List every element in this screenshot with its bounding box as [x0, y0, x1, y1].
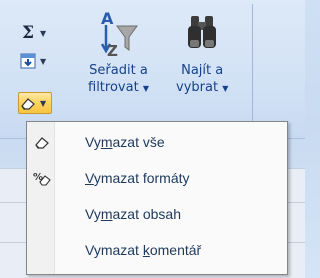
eraser-icon [19, 94, 37, 112]
chevron-down-icon[interactable]: ▼ [40, 57, 46, 66]
clear-dropdown-menu: Vymazat vše % Vymazat formáty Vymazat ob… [26, 121, 288, 275]
sort-filter-label-line2: filtrovat ▼ [88, 79, 149, 97]
chevron-down-icon[interactable]: ▼ [40, 29, 46, 38]
menu-item-label: Vymazat formáty [85, 170, 190, 186]
chevron-down-icon[interactable]: ▼ [40, 99, 46, 108]
fill-button[interactable]: ▼ [18, 50, 52, 72]
binoculars-icon [181, 6, 223, 62]
find-select-label-line2: vybrat ▼ [176, 79, 228, 97]
fill-down-icon [19, 52, 37, 70]
svg-text:Z: Z [107, 42, 118, 60]
menu-item-clear-contents[interactable]: Vymazat obsah [29, 199, 285, 229]
eraser-icon [29, 135, 55, 149]
menu-item-label: Vymazat obsah [85, 206, 181, 222]
menu-item-label: Vymazat komentář [85, 242, 202, 258]
menu-item-clear-comments[interactable]: Vymazat komentář [29, 235, 285, 265]
chevron-down-icon: ▼ [142, 84, 149, 93]
sort-filter-icon: A Z [97, 6, 139, 62]
sort-filter-label-line1: Seřadit a [89, 63, 148, 78]
find-select-label-text: vybrat [176, 80, 219, 95]
menu-item-label: Vymazat vše [85, 134, 165, 150]
sigma-icon: Σ [21, 23, 35, 43]
sort-filter-button[interactable]: A Z Seřadit a filtrovat ▼ [88, 6, 149, 97]
clear-formats-icon: % [29, 170, 55, 186]
editing-ribbon-group: Σ ▼ ▼ ▼ A Z Seřadit a filtrovat ▼ Najít … [0, 0, 305, 140]
clear-button[interactable]: ▼ [18, 92, 52, 114]
group-divider [252, 4, 253, 128]
find-select-label-line1: Najít a [181, 63, 224, 78]
sort-filter-label-text: filtrovat [88, 80, 139, 95]
autosum-button[interactable]: Σ ▼ [18, 22, 52, 44]
menu-item-clear-all[interactable]: Vymazat vše [29, 127, 285, 157]
svg-text:A: A [101, 9, 114, 28]
find-select-button[interactable]: Najít a vybrat ▼ [176, 6, 228, 97]
chevron-down-icon: ▼ [222, 84, 229, 93]
menu-item-clear-formats[interactable]: % Vymazat formáty [29, 163, 285, 193]
